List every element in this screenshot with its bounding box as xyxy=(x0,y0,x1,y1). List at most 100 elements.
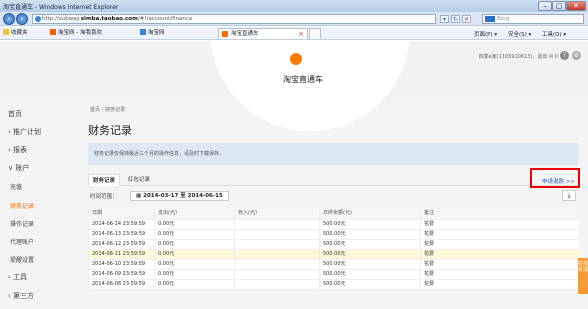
table-cell: 花费 xyxy=(420,239,579,250)
table-cell: 500.00元 xyxy=(319,229,421,240)
table-cell: 0.00元 xyxy=(154,239,235,250)
ztc-tab-icon xyxy=(222,31,228,37)
table-cell: 500.00元 xyxy=(319,249,421,260)
window-title: 淘宝直通车 - Windows Internet Explorer xyxy=(3,4,119,11)
table-cell: 0.00元 xyxy=(154,249,235,260)
back-icon[interactable]: ‹ xyxy=(3,13,15,25)
table-cell: 2014-06-08 23:59:59 xyxy=(88,279,155,290)
favorite-link-1-label: 淘宝网 - 淘我喜欢 xyxy=(58,30,102,36)
toolbar-page[interactable]: 页面(P) ▾ xyxy=(474,30,497,38)
table-cell xyxy=(234,219,320,230)
maximize-button[interactable]: ▢ xyxy=(552,1,566,11)
table-cell: 2014-06-12 23:59:59 xyxy=(88,239,155,250)
ie-page-icon xyxy=(140,29,146,35)
date-range-label: 时间范围： xyxy=(90,194,118,200)
table-row: 2014-06-12 23:59:59 0.00元 500.00元 花费 xyxy=(88,239,579,250)
stop-icon[interactable]: ✕ xyxy=(462,15,471,23)
favorite-link-2[interactable]: 淘宝网 xyxy=(140,29,165,38)
col-balance: 日终余额(元) xyxy=(319,209,421,220)
table-cell: 0.00元 xyxy=(154,229,235,240)
page-title: 财务记录 xyxy=(88,124,132,137)
help-icon[interactable]: ? xyxy=(560,51,569,60)
sidebar-item-reminders[interactable]: 提醒设置 xyxy=(10,255,34,264)
tab-taobao-ztc[interactable]: 淘宝直通车 × xyxy=(218,28,308,39)
table-header-row: 日期 支出(元) 存入(元) 日终余额(元) 备注 xyxy=(88,209,579,220)
sidebar-item-campaigns[interactable]: › 推广计划 xyxy=(8,127,41,137)
user-text[interactable]: 四季e家(1105910613)，退出 xyxy=(479,54,548,60)
close-window-button[interactable]: ✕ xyxy=(566,1,586,11)
sidebar-item-home[interactable]: 首页 xyxy=(8,109,22,119)
table-cell: 500.00元 xyxy=(319,259,421,270)
logo-text: 淘宝直通车 xyxy=(283,75,323,84)
table-cell xyxy=(234,229,320,240)
forward-icon[interactable]: › xyxy=(16,13,28,25)
col-expense: 支出(元) xyxy=(154,209,235,220)
address-bar: ‹ › http://subway.simba.taobao.com/#!/ac… xyxy=(0,12,588,26)
favorites-label: 收藏夹 xyxy=(11,30,28,36)
table-cell: 500.00元 xyxy=(319,279,421,290)
table-cell: 花费 xyxy=(420,269,579,280)
sidebar-item-account[interactable]: ∨ 账户 xyxy=(8,163,29,173)
download-icon[interactable]: ⤓ xyxy=(562,190,576,201)
table-cell: 花费 xyxy=(420,219,579,230)
favorites-bar: 收藏夹 淘宝网 - 淘我喜欢 淘宝网 淘宝直通车 × 页面(P) ▾ 安全(S)… xyxy=(0,27,588,40)
tab-finance-records[interactable]: 财务记录 xyxy=(88,174,121,186)
table-row: 2014-06-09 23:59:59 0.00元 500.00元 花费 xyxy=(88,269,579,280)
user-info: 四季e家(1105910613)，退出 ✉ 0 xyxy=(479,53,558,60)
col-note: 备注 xyxy=(420,209,579,220)
table-row: 2014-06-14 23:59:59 0.00元 500.00元 花费 xyxy=(88,219,579,230)
url-field[interactable]: http://subway.simba.taobao.com/#!/accoun… xyxy=(32,14,436,24)
toolbar-safety[interactable]: 安全(S) ▾ xyxy=(508,30,531,38)
minimize-button[interactable]: – xyxy=(538,1,552,11)
table-cell xyxy=(234,269,320,280)
favorites-button[interactable]: 收藏夹 xyxy=(3,29,28,38)
sidebar-item-recharge[interactable]: 充值 xyxy=(10,182,22,191)
sidebar-item-tools[interactable]: › 工具 xyxy=(8,272,27,282)
close-tab-icon[interactable]: × xyxy=(298,29,304,39)
ztc-logo-icon xyxy=(290,53,302,65)
sidebar-item-agent[interactable]: 代理账户 xyxy=(10,237,34,246)
table-cell: 500.00元 xyxy=(319,239,421,250)
tab-red-packet-records[interactable]: 红包记录 xyxy=(124,174,154,186)
new-tab-button[interactable] xyxy=(309,28,321,39)
toolbar-tools[interactable]: 工具(O) ▾ xyxy=(542,30,566,38)
favorite-link-2-label: 淘宝网 xyxy=(148,30,165,36)
feedback-tab[interactable]: 在线反馈 xyxy=(578,258,588,294)
search-input[interactable]: Bing xyxy=(482,14,584,24)
table-row: 2014-06-10 23:59:59 0.00元 500.00元 花费 xyxy=(88,259,579,270)
favorite-link-1[interactable]: 淘宝网 - 淘我喜欢 xyxy=(50,29,102,38)
refund-link[interactable]: 申请退款 >> xyxy=(542,177,575,185)
date-range-picker[interactable]: ▦ 2014-03-17 至 2014-06-15 xyxy=(130,191,229,201)
url-domain: simba.taobao.com xyxy=(80,16,138,22)
page-header: 淘宝直通车 四季e家(1105910613)，退出 ✉ 0 ? ⚙ xyxy=(0,41,588,131)
table-cell: 花费 xyxy=(420,229,579,240)
web-page: 淘宝直通车 四季e家(1105910613)，退出 ✉ 0 ? ⚙ 首页 › 推… xyxy=(0,41,588,309)
sidebar-item-reports[interactable]: › 报表 xyxy=(8,145,27,155)
table-cell: 0.00元 xyxy=(154,259,235,270)
table-row: 2014-06-08 23:59:59 0.00元 500.00元 花费 xyxy=(88,279,579,290)
window-title-bar: 淘宝直通车 - Windows Internet Explorer – ▢ ✕ xyxy=(0,0,588,12)
table-cell: 0.00元 xyxy=(154,269,235,280)
table-row: 2014-06-13 23:59:59 0.00元 500.00元 花费 xyxy=(88,229,579,240)
sidebar-item-operations[interactable]: 操作记录 xyxy=(10,219,34,228)
table-cell: 500.00元 xyxy=(319,219,421,230)
col-date: 日期 xyxy=(88,209,155,220)
table-row: 2014-06-11 23:59:59 0.00元 500.00元 花费 xyxy=(88,249,579,260)
sidebar-item-third-party[interactable]: › 第三方 xyxy=(8,291,34,301)
breadcrumb[interactable]: 首页 › 财务记录 xyxy=(90,106,125,113)
notice-banner: 财务记录仅保持最近三个月的操作信息，请及时下载保存。 xyxy=(88,143,578,165)
url-prefix: http://subway. xyxy=(42,16,81,22)
table-cell xyxy=(234,259,320,270)
ie-page-icon xyxy=(35,16,41,22)
sidebar-item-finance[interactable]: 财务记录 xyxy=(10,201,34,210)
mail-count: 0 xyxy=(554,54,558,60)
refresh-icon[interactable]: ↻ xyxy=(451,15,460,23)
table-cell: 2014-06-10 23:59:59 xyxy=(88,259,155,270)
table-cell: 0.00元 xyxy=(154,219,235,230)
table-cell xyxy=(234,249,320,260)
compat-view-icon[interactable]: ▾ xyxy=(440,15,449,23)
table-cell: 花费 xyxy=(420,279,579,290)
table-cell: 花费 xyxy=(420,259,579,270)
table-cell: 0.00元 xyxy=(154,279,235,290)
settings-gear-icon[interactable]: ⚙ xyxy=(572,51,581,60)
